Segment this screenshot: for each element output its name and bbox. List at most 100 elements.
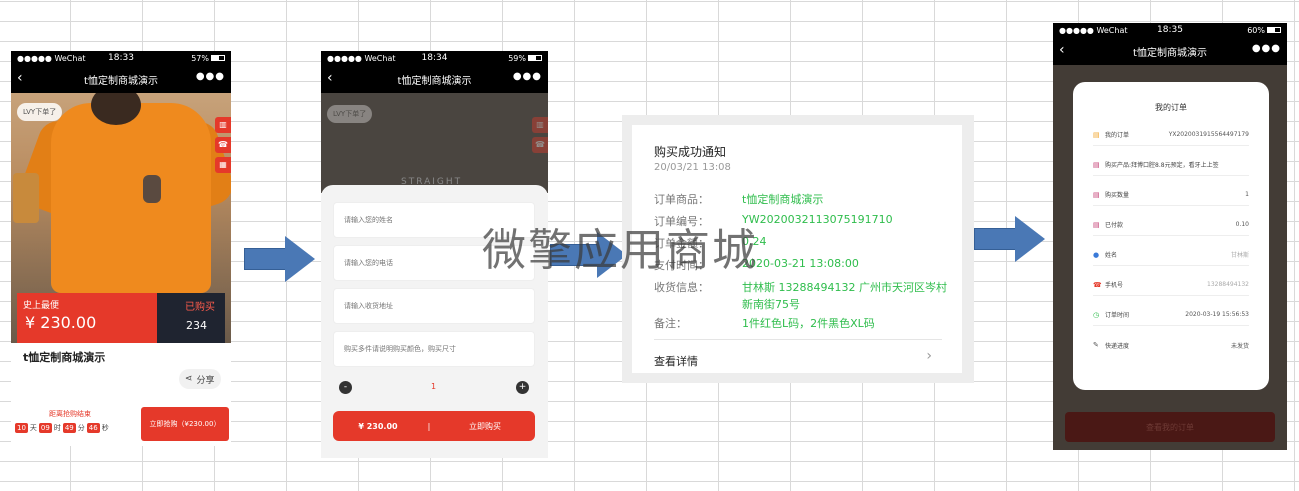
flow-arrow-3	[974, 216, 1046, 262]
menu-icon[interactable]: ▦	[215, 157, 231, 173]
row-paytime-value: 2020-03-21 13:08:00	[742, 257, 859, 270]
order-row-key: 快递进度	[1105, 342, 1130, 350]
notification-title: 购买成功通知	[654, 145, 727, 159]
order-row-delivery: ✎ 快递进度 未发货	[1093, 334, 1249, 356]
dimmed-product-image: LVY下单了 STRAIGHT ▥ ☎	[321, 93, 548, 193]
notification-card: 购买成功通知 20/03/21 13:08 订单商品： t恤定制商城演示 订单编…	[632, 125, 962, 373]
order-row-value: 13288494132	[1207, 281, 1249, 288]
notification-date: 20/03/21 13:08	[654, 162, 731, 173]
plus-button[interactable]: +	[516, 381, 529, 394]
order-row-phone: ☎ 手机号 13288494132	[1093, 274, 1249, 296]
share-icon: ⋖	[185, 374, 193, 384]
phone-icon[interactable]: ☎	[215, 137, 231, 153]
back-icon[interactable]: ‹	[327, 70, 333, 86]
side-buttons: ▥ ☎ ▦	[215, 117, 231, 177]
status-time: 18:33	[108, 53, 134, 63]
more-icon[interactable]: ●●●	[196, 71, 225, 82]
remark-field[interactable]	[333, 331, 535, 367]
order-row-value: YX2020031915564497179	[1168, 131, 1249, 138]
order-row-qty: ▤ 购买数量 1	[1093, 184, 1249, 206]
order-row-key: 已付款	[1105, 222, 1124, 229]
buy-now-bar[interactable]: ¥ 230.00 | 立即购买	[333, 411, 535, 441]
price-label: 史上最便	[23, 301, 60, 311]
buy-now-button[interactable]: 立即购买	[435, 421, 535, 432]
sold-count: 234	[186, 319, 207, 332]
order-row-key: 订单时间	[1105, 312, 1130, 319]
order-row-value: 甘林斯	[1230, 252, 1249, 259]
hours-unit: 时	[53, 424, 61, 432]
order-row-value: 0.10	[1235, 221, 1249, 228]
sold-label: 已购买	[185, 302, 215, 313]
order-row-value: 1	[1245, 191, 1249, 198]
back-icon[interactable]: ‹	[17, 70, 23, 86]
flow-arrow-1	[244, 236, 316, 282]
nav-title: t恤定制商城演示	[84, 75, 158, 87]
more-icon[interactable]: ●●●	[1252, 43, 1281, 54]
more-icon[interactable]: ●●●	[513, 71, 542, 82]
clock-icon: ◷	[1093, 310, 1100, 319]
address-field[interactable]	[333, 288, 535, 324]
order-row-key: 购买产品:拜博口腔8.8元预定，看牙上上签	[1105, 162, 1219, 169]
nav-bar: ‹ t恤定制商城演示 ●●●	[11, 65, 231, 93]
order-card: 我的订单 ▤ 我的订单 YX2020031915564497179 ▤ 购买产品…	[1073, 82, 1269, 390]
nav-title: t恤定制商城演示	[1133, 47, 1207, 59]
countdown-hours: 09	[38, 423, 52, 433]
order-row-time: ◷ 订单时间 2020-03-19 15:56:53	[1093, 304, 1249, 326]
buyer-badge: LVY下单了	[327, 105, 373, 123]
order-icon: ▤	[1093, 130, 1100, 139]
view-my-orders-button[interactable]: 查看我的订单	[1065, 412, 1275, 442]
chart-icon[interactable]: ▥	[215, 117, 231, 133]
status-time: 18:35	[1157, 25, 1183, 35]
name-field[interactable]	[333, 202, 535, 238]
status-bar: ●●●●● WeChat 18:34 59%	[321, 51, 548, 65]
order-row-key: 我的订单	[1105, 132, 1130, 139]
rush-buy-button[interactable]: 立即抢购（¥230.00）	[141, 407, 229, 441]
divider	[654, 339, 942, 340]
user-icon: ●	[1093, 250, 1100, 259]
product-icon: ▤	[1093, 160, 1100, 169]
total-price: ¥ 230.00	[358, 421, 398, 431]
order-row-product: ▤ 购买产品:拜博口腔8.8元预定，看牙上上签	[1093, 154, 1249, 176]
chevron-right-icon[interactable]: ›	[926, 348, 932, 364]
row-product-key: 订单商品：	[654, 193, 709, 206]
status-bar: ●●●●● WeChat 18:33 57%	[11, 51, 231, 65]
minus-button[interactable]: -	[339, 381, 352, 394]
sold-block: 已购买 234	[157, 293, 225, 343]
battery-icon	[528, 55, 542, 61]
countdown-days: 10	[15, 423, 28, 433]
phone-field[interactable]	[333, 245, 535, 281]
flow-arrow-2	[550, 232, 630, 278]
countdown-label: 距离抢购结束	[49, 410, 91, 418]
battery-icon	[211, 55, 225, 61]
price-block: 史上最便 ¥ 230.00	[17, 293, 167, 343]
countdown-seconds: 46	[86, 423, 100, 433]
order-row-id: ▤ 我的订单 YX2020031915564497179	[1093, 124, 1249, 146]
days-unit: 天	[29, 424, 37, 432]
row-shipping-key: 收货信息：	[654, 281, 709, 294]
row-remark-key: 备注：	[654, 317, 687, 330]
edit-icon: ✎	[1093, 341, 1099, 349]
row-remark-value: 1件红色L码，2件黑色XL码	[742, 317, 875, 330]
row-order-no-value: YW20200321130751917​10	[742, 213, 893, 226]
buyer-badge: LVY下单了	[17, 103, 63, 121]
row-shipping-value: 甘林斯 13288494132 广州市天河区岑村新南街75号	[742, 281, 947, 311]
status-bar: ●●●●● WeChat 18:35 60%	[1053, 23, 1287, 37]
separator: |	[427, 421, 431, 431]
row-order-no-key: 订单编号：	[654, 215, 709, 228]
share-button[interactable]: ⋖ 分享	[179, 369, 221, 389]
status-time: 18:34	[421, 53, 448, 63]
countdown-minutes: 49	[62, 423, 76, 433]
phone-my-orders: ●●●●● WeChat 18:35 60% ‹ t恤定制商城演示 ●●● 我的…	[1053, 23, 1287, 450]
seconds-unit: 秒	[101, 424, 109, 432]
view-detail-link[interactable]: 查看详情	[654, 353, 698, 369]
battery-icon	[1267, 27, 1281, 33]
minutes-unit: 分	[77, 424, 85, 432]
product-title: t恤定制商城演示	[23, 351, 106, 364]
share-label: 分享	[196, 375, 215, 386]
nav-title: t恤定制商城演示	[397, 75, 472, 87]
phone-order-form: ●●●●● WeChat 18:34 59% ‹ t恤定制商城演示 ●●● LV…	[321, 51, 548, 458]
quantity-stepper: - 1 +	[333, 381, 535, 397]
phone-product-page: ●●●●● WeChat 18:33 57% ‹ t恤定制商城演示 ●●● LV…	[11, 51, 231, 446]
back-icon[interactable]: ‹	[1059, 42, 1065, 58]
countdown: 10 天 09 时 49 分 46 秒	[15, 423, 109, 433]
